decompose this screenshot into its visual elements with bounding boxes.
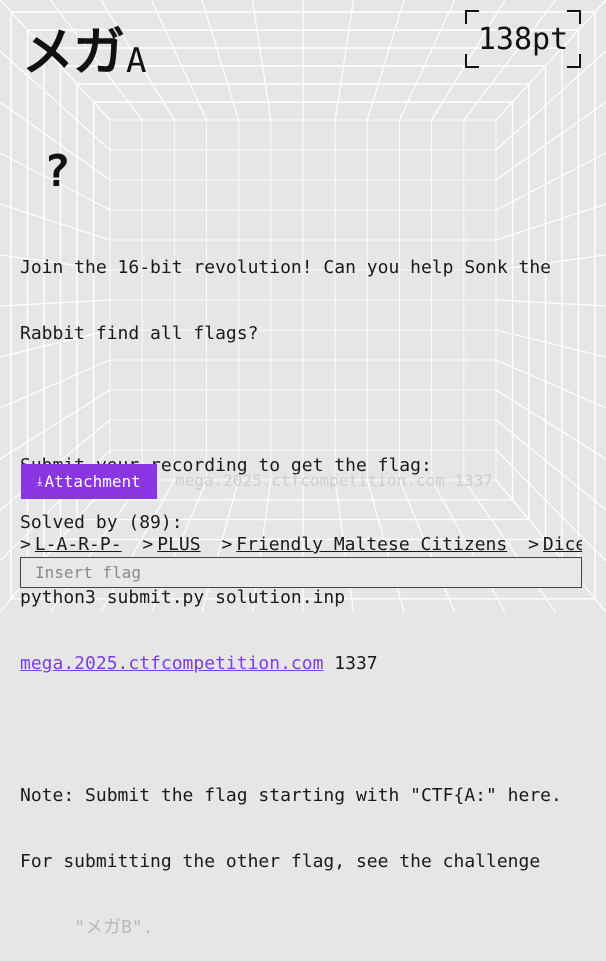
points-badge: 138pt [465,10,581,68]
solver-list: > L-A-R-P- > PLUS > Friendly Maltese Citize… [20,534,582,558]
attachment-label: Attachment [44,472,141,491]
endpoint-line: mega.2025.ctfcompetition.com 1337 [20,653,590,675]
chevron-right-icon: > [221,534,233,555]
solver-team[interactable]: DiceGang [543,534,582,555]
note-line: For submitting the other flag, see the c… [20,851,541,872]
solver-team[interactable]: Friendly Maltese Citizens [236,534,507,555]
challenge-title-suffix: A [126,41,147,81]
flag-input[interactable] [20,557,582,588]
challenge-title-text: メガ [22,23,125,83]
chevron-right-icon: > [528,534,539,555]
download-arrow-icon: ⤓ [37,474,43,488]
points-value: 138pt [477,22,569,57]
ghost-endpoint-text: mega.2025.ctfcompetition.com 1337 [175,471,493,490]
chevron-right-icon: > [20,534,31,555]
command-line: python3 submit.py solution.inp [20,587,346,608]
question-mark-icon: ? [44,146,71,197]
note-line: Note: Submit the flag starting with "CTF… [20,785,562,806]
solver-team[interactable]: L-A-R-P- [35,534,122,555]
description-line: Rabbit find all flags? [20,323,259,344]
description-line: Join the 16-bit revolution! Can you help… [20,257,552,278]
solver-team[interactable]: PLUS [157,534,200,555]
challenge-title: メガA [22,10,147,85]
solved-count: Solved by (89): [20,512,183,533]
attachment-button[interactable]: ⤓ Attachment [21,464,157,499]
chevron-right-icon: > [142,534,154,555]
endpoint-link[interactable]: mega.2025.ctfcompetition.com [20,653,323,674]
endpoint-port: 1337 [323,653,378,674]
note-line-faded: "メガB". [20,917,154,938]
